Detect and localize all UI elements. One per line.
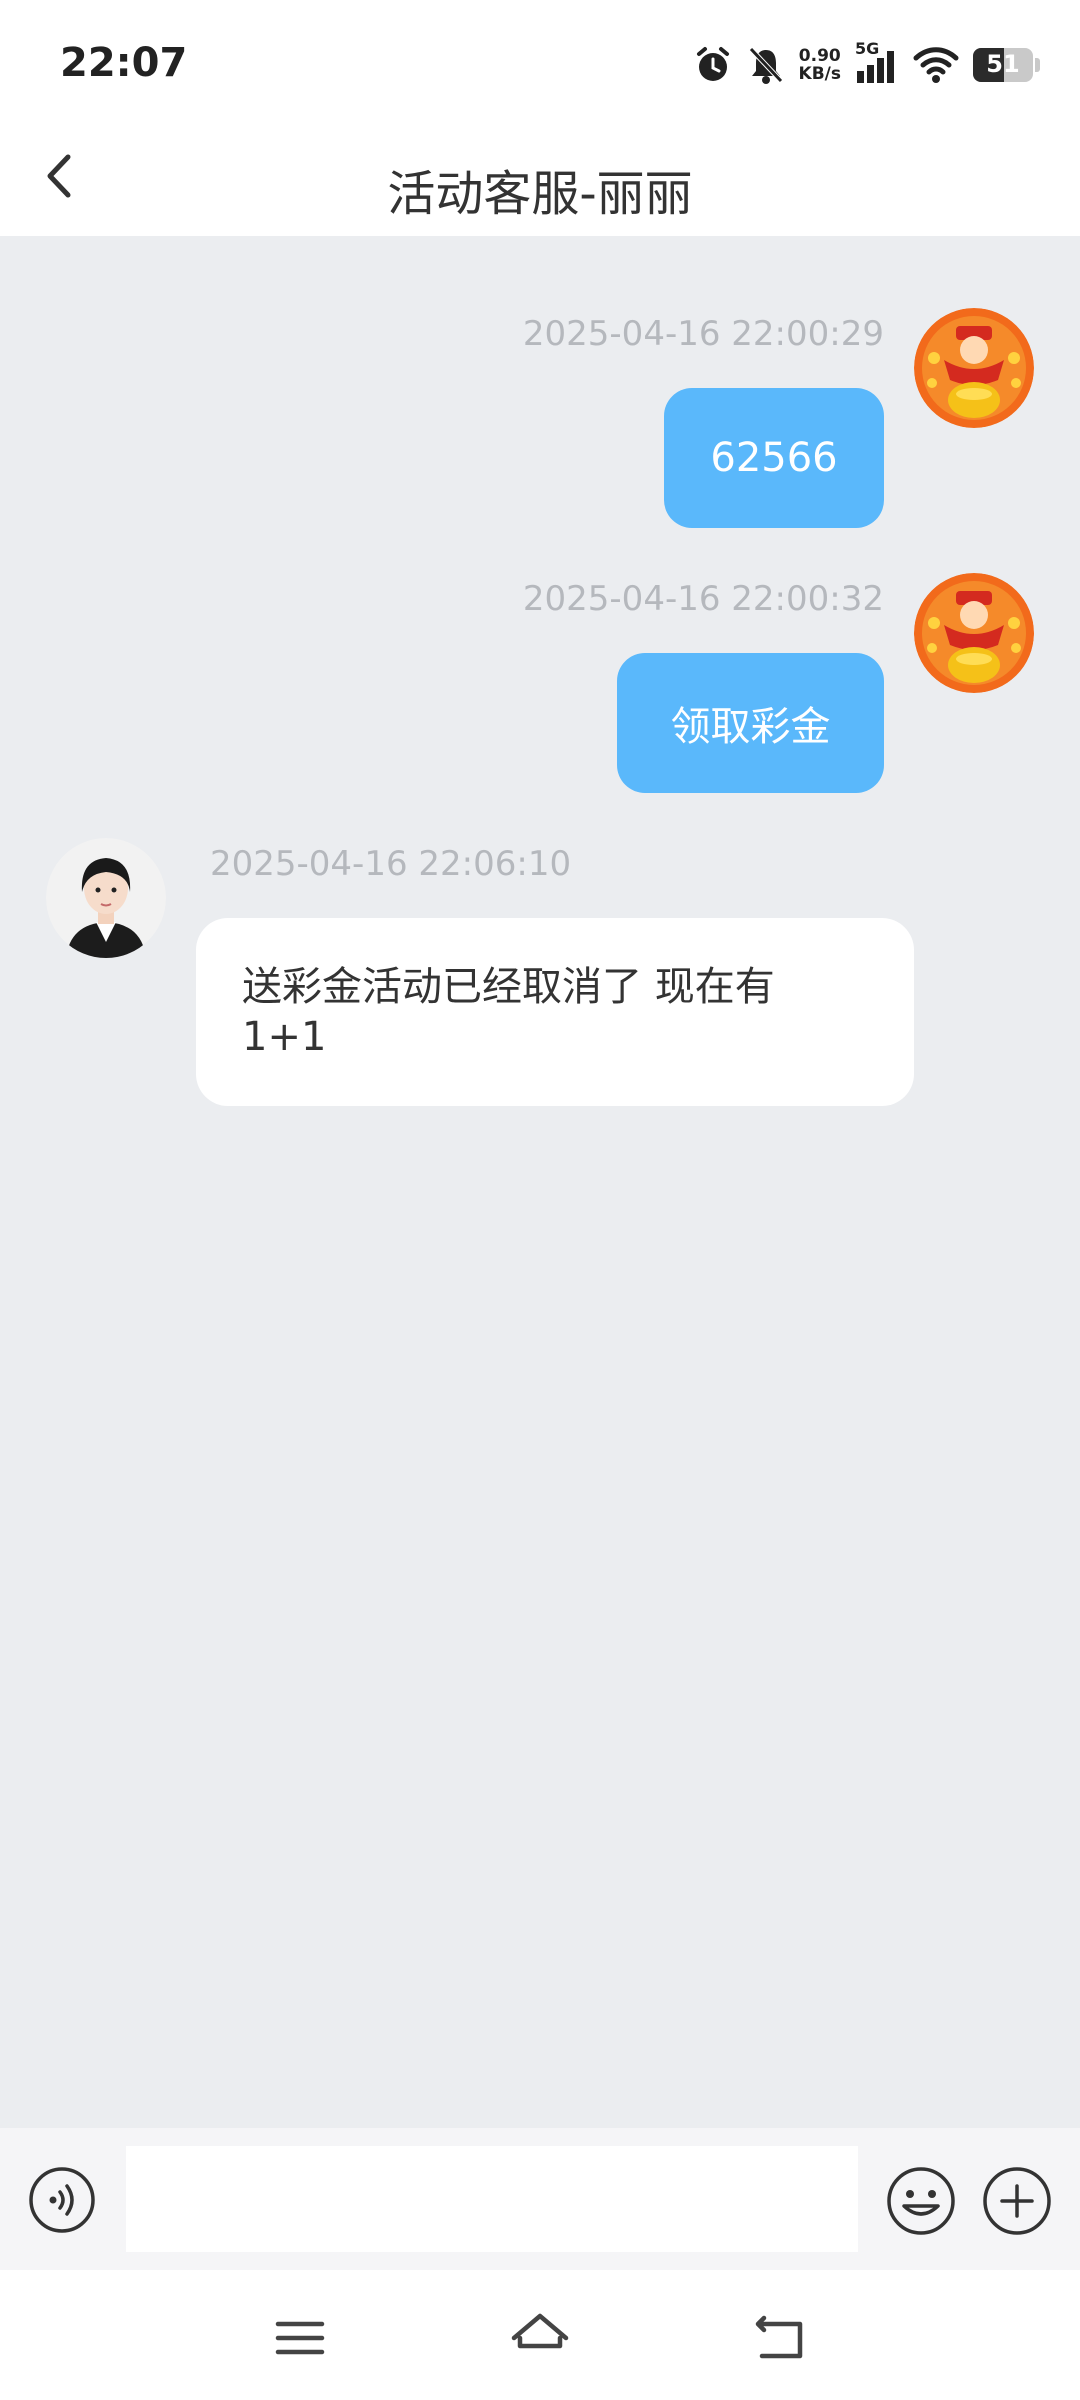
status-bar: 22:07 0.90 KB/s 5G 51 [0,0,1080,116]
message-bubble-me[interactable]: 领取彩金 [617,653,884,793]
message-row-agent: 2025-04-16 22:06:10 送彩金活动已经取消了 现在有 1+1 [0,830,1080,1130]
message-row-me: 2025-04-16 22:00:29 62566 [0,300,1080,540]
bell-muted-icon [748,47,783,84]
voice-button[interactable] [28,2166,96,2234]
chat-page: 22:07 0.90 KB/s 5G 51 活动客服-丽丽 2025-04-16… [0,0,1080,2400]
status-icons: 0.90 KB/s 5G 51 [693,38,1040,92]
menu-icon [275,2321,325,2355]
my-avatar[interactable] [914,573,1034,693]
net-speed: 0.90 KB/s [799,47,841,83]
emoji-button[interactable] [886,2166,956,2236]
plus-icon [983,2167,1051,2235]
status-time: 22:07 [60,40,188,86]
voice-icon [29,2167,95,2233]
home-nav-button[interactable] [510,2308,570,2368]
battery-icon: 51 [973,48,1033,82]
message-input[interactable] [126,2146,858,2252]
more-button[interactable] [982,2166,1052,2236]
chat-title: 活动客服-丽丽 [387,166,693,222]
battery-cap [1035,58,1040,72]
wifi-icon [913,47,959,83]
agent-avatar[interactable] [46,838,166,958]
alarm-icon [696,47,729,81]
signal-icon: 5G [855,39,899,85]
emoji-icon [887,2167,955,2235]
input-bar [0,2128,1080,2270]
message-timestamp: 2025-04-16 22:00:29 [522,314,884,354]
home-icon [511,2313,569,2349]
message-text-line: 1+1 [242,1014,327,1060]
chat-header: 活动客服-丽丽 [0,116,1080,236]
net-speed-unit: KB/s [798,64,841,84]
message-bubble-me[interactable]: 62566 [664,388,884,528]
menu-nav-button[interactable] [270,2308,330,2368]
net-speed-value: 0.90 [798,46,841,66]
message-timestamp: 2025-04-16 22:06:10 [210,844,572,884]
system-nav-bar [0,2270,1080,2400]
message-text-line: 送彩金活动已经取消了 现在有 [242,964,775,1010]
my-avatar[interactable] [914,308,1034,428]
battery-level: 51 [986,50,1020,78]
message-timestamp: 2025-04-16 22:00:32 [522,579,884,619]
message-row-me: 2025-04-16 22:00:32 领取彩金 [0,565,1080,805]
back-nav-icon [755,2315,803,2359]
back-nav-button[interactable] [750,2308,810,2368]
message-bubble-agent[interactable]: 送彩金活动已经取消了 现在有 1+1 [196,918,914,1106]
